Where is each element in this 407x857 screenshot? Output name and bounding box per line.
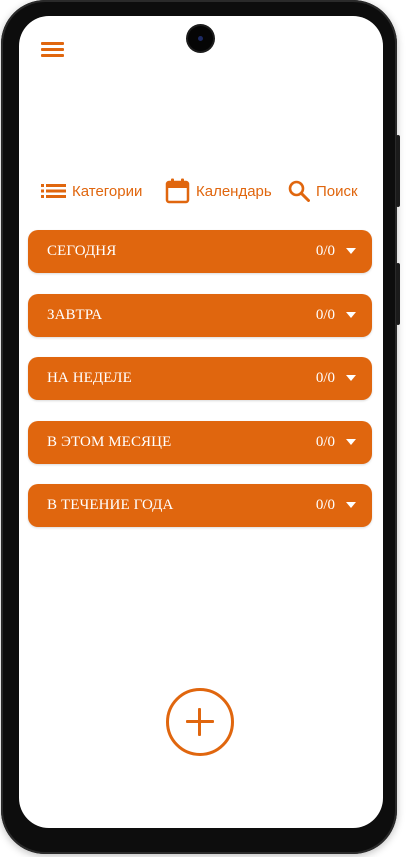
caret-down-icon[interactable] xyxy=(346,312,356,318)
section-count: 0/0 xyxy=(315,243,335,259)
calendar-icon xyxy=(165,178,190,204)
section-title: ЗАВТРА xyxy=(47,307,103,323)
categories-label: Категории xyxy=(72,182,143,200)
section-title: В ТЕЧЕНИЕ ГОДА xyxy=(47,497,174,513)
list-icon xyxy=(41,183,66,199)
section-today[interactable]: СЕГОДНЯ 0/0 xyxy=(28,230,372,273)
section-count: 0/0 xyxy=(315,497,335,513)
volume-button xyxy=(396,263,400,325)
search-button[interactable]: Поиск xyxy=(288,176,358,206)
section-title: НА НЕДЕЛЕ xyxy=(47,370,132,386)
categories-button[interactable]: Категории xyxy=(41,176,142,206)
section-title: В ЭТОМ МЕСЯЦЕ xyxy=(47,434,172,450)
app-screen: Категории Календарь Поиск СЕГОДНЯ 0/0 ЗА… xyxy=(19,16,383,828)
caret-down-icon[interactable] xyxy=(346,502,356,508)
caret-down-icon[interactable] xyxy=(346,248,356,254)
section-tomorrow[interactable]: ЗАВТРА 0/0 xyxy=(28,294,372,337)
section-this-week[interactable]: НА НЕДЕЛЕ 0/0 xyxy=(28,357,372,400)
section-count: 0/0 xyxy=(315,434,335,450)
calendar-label: Календарь xyxy=(196,182,272,200)
top-toolbar: Категории Календарь Поиск xyxy=(19,176,383,206)
section-count: 0/0 xyxy=(315,307,335,323)
section-this-year[interactable]: В ТЕЧЕНИЕ ГОДА 0/0 xyxy=(28,484,372,527)
hamburger-menu-icon[interactable] xyxy=(41,41,65,59)
caret-down-icon[interactable] xyxy=(346,375,356,381)
section-this-month[interactable]: В ЭТОМ МЕСЯЦЕ 0/0 xyxy=(28,421,372,464)
caret-down-icon[interactable] xyxy=(346,439,356,445)
front-camera xyxy=(188,26,213,51)
search-icon xyxy=(288,180,310,202)
power-button xyxy=(396,135,400,207)
section-title: СЕГОДНЯ xyxy=(47,243,117,259)
calendar-button[interactable]: Календарь xyxy=(165,176,272,206)
add-task-button[interactable] xyxy=(166,688,234,756)
section-count: 0/0 xyxy=(315,370,335,386)
search-label: Поиск xyxy=(316,182,358,200)
